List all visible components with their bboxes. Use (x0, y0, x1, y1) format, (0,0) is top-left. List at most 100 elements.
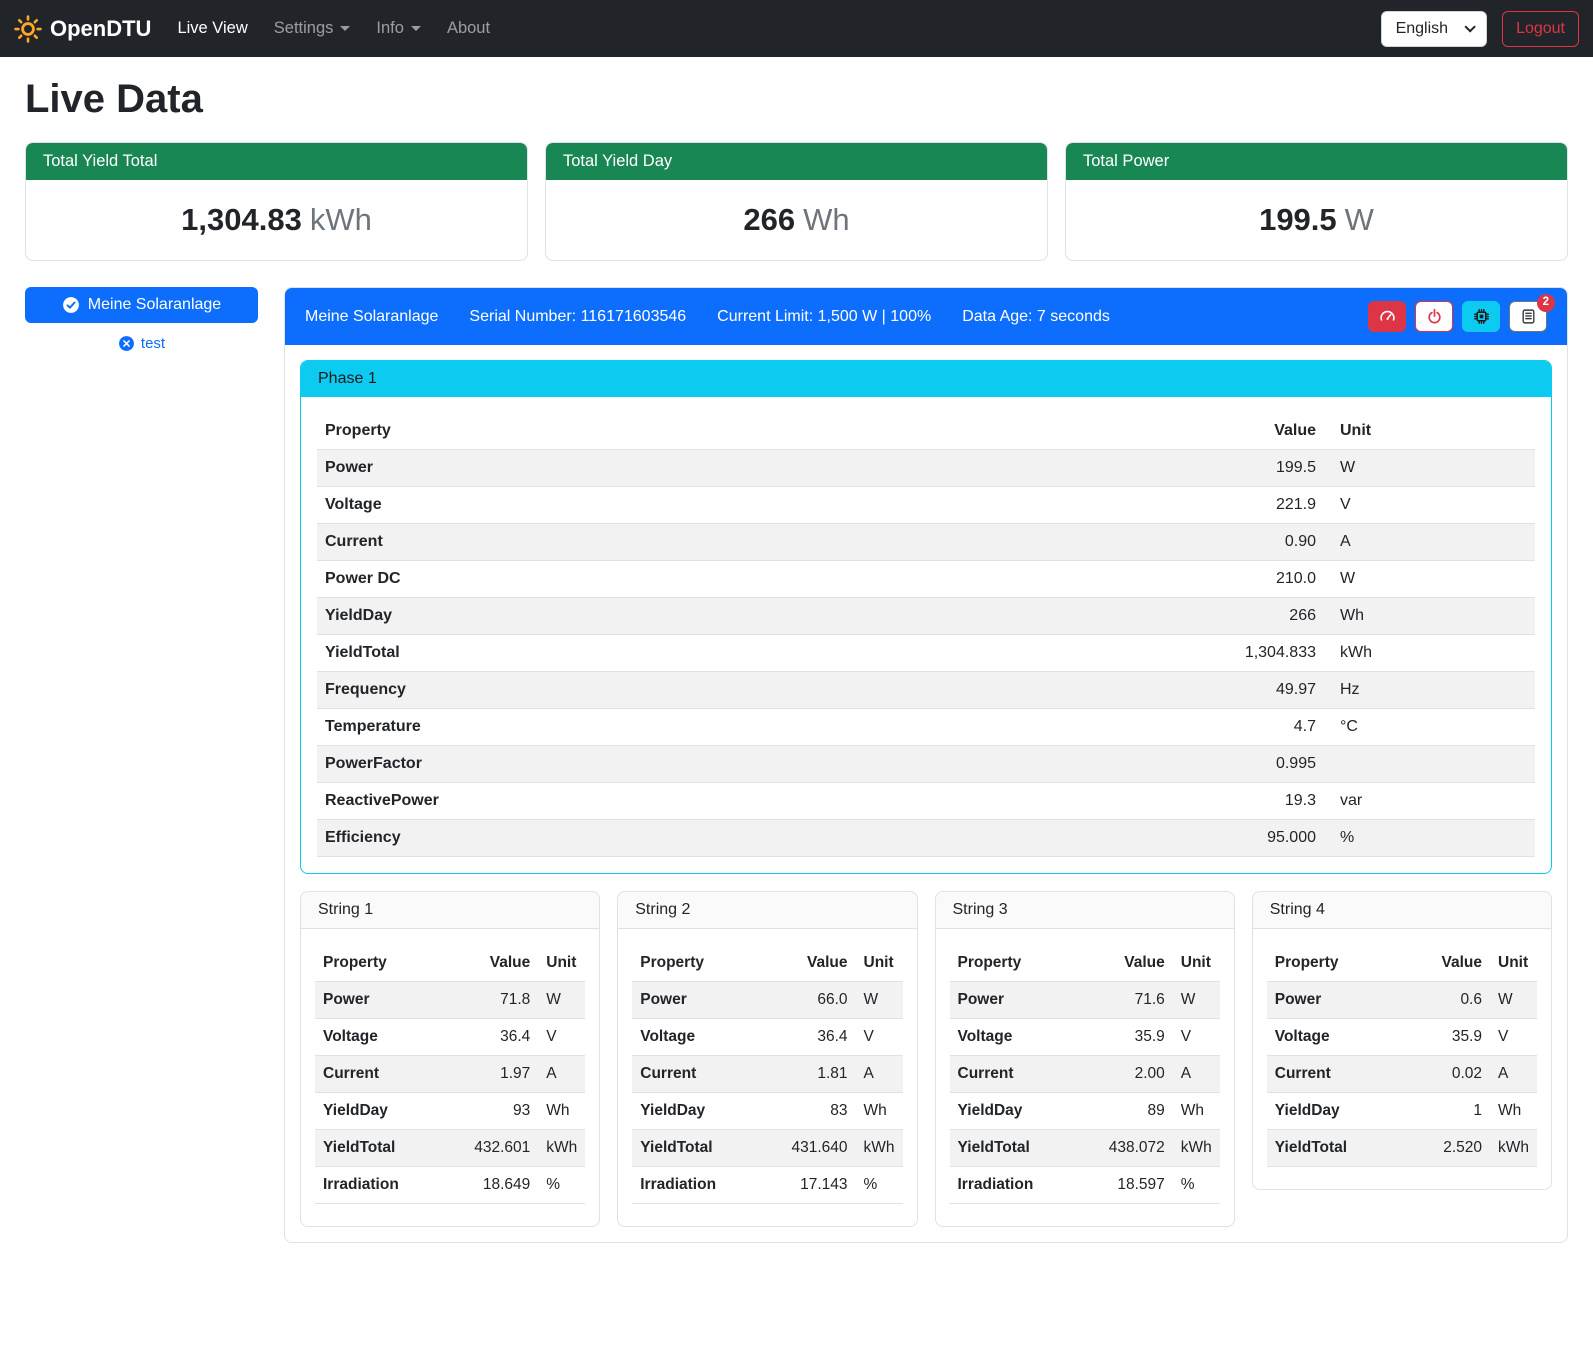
value-cell: 35.9 (1426, 1019, 1488, 1056)
summary-row: Total Yield Total 1,304.83kWh Total Yiel… (25, 142, 1568, 261)
total-power-unit: W (1345, 202, 1374, 237)
total-yield-total-value: 1,304.83 (181, 202, 302, 237)
table-row: Voltage35.9V (1267, 1019, 1537, 1056)
property-cell: Current (315, 1056, 466, 1093)
property-cell: YieldDay (632, 1093, 783, 1130)
unit-cell: A (1330, 524, 1535, 561)
unit-cell: W (1330, 561, 1535, 598)
card-header: Total Power (1066, 143, 1567, 180)
string-table: Property Value Unit Power71.6WVoltage35.… (950, 945, 1220, 1204)
inverter-card-body: Phase 1 Property Value Unit Power199.5WV… (285, 345, 1567, 1242)
unit-cell: W (536, 982, 585, 1019)
column-header-property: Property (317, 413, 1190, 450)
unit-cell: W (1330, 450, 1535, 487)
unit-cell: kWh (1488, 1130, 1537, 1167)
unit-cell: V (854, 1019, 903, 1056)
property-cell: YieldDay (950, 1093, 1101, 1130)
brand[interactable]: OpenDTU (14, 15, 151, 43)
table-row: Current2.00A (950, 1056, 1220, 1093)
nav-links: Live View Settings Info About (169, 11, 508, 46)
check-circle-icon (62, 296, 80, 314)
property-cell: Voltage (950, 1019, 1101, 1056)
unit-cell: kWh (1330, 635, 1535, 672)
table-row: YieldDay1Wh (1267, 1093, 1537, 1130)
string-title: String 2 (618, 892, 916, 929)
property-cell: YieldTotal (632, 1130, 783, 1167)
value-cell: 49.97 (1190, 672, 1330, 709)
card-total-yield-total: Total Yield Total 1,304.83kWh (25, 142, 528, 261)
unit-cell: A (1488, 1056, 1537, 1093)
language-value: English (1396, 20, 1448, 38)
property-cell: ReactivePower (317, 783, 1190, 820)
property-cell: Current (317, 524, 1190, 561)
phase-table: Property Value Unit Power199.5WVoltage22… (317, 413, 1535, 857)
limit-settings-button[interactable] (1368, 301, 1406, 332)
data-age: Data Age: 7 seconds (962, 308, 1110, 326)
logout-button[interactable]: Logout (1502, 11, 1579, 47)
unit-cell: Hz (1330, 672, 1535, 709)
value-cell: 19.3 (1190, 783, 1330, 820)
journal-icon (1520, 308, 1537, 325)
property-cell: Voltage (317, 487, 1190, 524)
card-header: Total Yield Day (546, 143, 1047, 180)
nav-info[interactable]: Info (368, 11, 429, 46)
inverter-select-button[interactable]: Meine Solaranlage (25, 287, 258, 323)
nav-live-view[interactable]: Live View (169, 11, 255, 46)
table-row: YieldTotal2.520kWh (1267, 1130, 1537, 1167)
device-info-button[interactable] (1462, 301, 1500, 332)
unit-cell: W (1171, 982, 1220, 1019)
table-row: Current0.02A (1267, 1056, 1537, 1093)
property-cell: Temperature (317, 709, 1190, 746)
unit-cell: W (1488, 982, 1537, 1019)
table-row: Current0.90A (317, 524, 1535, 561)
total-power-value: 199.5 (1259, 202, 1337, 237)
unit-cell: V (1171, 1019, 1220, 1056)
table-row: Temperature4.7°C (317, 709, 1535, 746)
unit-cell: W (854, 982, 903, 1019)
nav-settings[interactable]: Settings (266, 11, 359, 46)
strings-row: String 1 Property Value Unit (300, 891, 1552, 1227)
value-cell: 0.6 (1426, 982, 1488, 1019)
chevron-down-icon (411, 26, 421, 31)
event-log-button[interactable]: 2 (1509, 301, 1547, 332)
property-cell: Voltage (315, 1019, 466, 1056)
unit-cell: Wh (854, 1093, 903, 1130)
column-header-property: Property (632, 945, 783, 982)
value-cell: 432.601 (466, 1130, 536, 1167)
phase-body: Property Value Unit Power199.5WVoltage22… (301, 397, 1551, 873)
inverter-name: Meine Solaranlage (305, 308, 438, 326)
value-cell: 95.000 (1190, 820, 1330, 857)
property-cell: Irradiation (315, 1167, 466, 1204)
serial-number: Serial Number: 116171603546 (469, 308, 686, 326)
unit-cell: % (854, 1167, 903, 1204)
value-cell: 1.81 (783, 1056, 853, 1093)
sun-icon (14, 15, 42, 43)
value-cell: 36.4 (466, 1019, 536, 1056)
table-row: YieldTotal1,304.833kWh (317, 635, 1535, 672)
language-select[interactable]: English (1381, 11, 1487, 47)
table-row: Power0.6W (1267, 982, 1537, 1019)
string-body: Property Value Unit Power71.6WVoltage35.… (936, 929, 1234, 1226)
value-cell: 2.00 (1101, 1056, 1171, 1093)
table-header-row: Property Value Unit (632, 945, 902, 982)
column-header-value: Value (466, 945, 536, 982)
value-cell: 199.5 (1190, 450, 1330, 487)
unit-cell: % (536, 1167, 585, 1204)
column-header-unit: Unit (1330, 413, 1535, 450)
unit-cell: Wh (1171, 1093, 1220, 1130)
event-count-badge: 2 (1537, 294, 1555, 312)
power-settings-button[interactable] (1415, 301, 1453, 332)
table-header-row: Property Value Unit (317, 413, 1535, 450)
table-row: YieldDay89Wh (950, 1093, 1220, 1130)
card-total-power: Total Power 199.5W (1065, 142, 1568, 261)
nav-about[interactable]: About (439, 11, 498, 46)
test-link[interactable]: test (118, 335, 165, 352)
card-body: 199.5W (1066, 180, 1567, 260)
table-row: Current1.97A (315, 1056, 585, 1093)
property-cell: Voltage (632, 1019, 783, 1056)
string-table: Property Value Unit Power0.6WVoltage35.9… (1267, 945, 1537, 1167)
card-body: 266Wh (546, 180, 1047, 260)
unit-cell: var (1330, 783, 1535, 820)
value-cell: 0.90 (1190, 524, 1330, 561)
total-yield-day-value: 266 (743, 202, 795, 237)
